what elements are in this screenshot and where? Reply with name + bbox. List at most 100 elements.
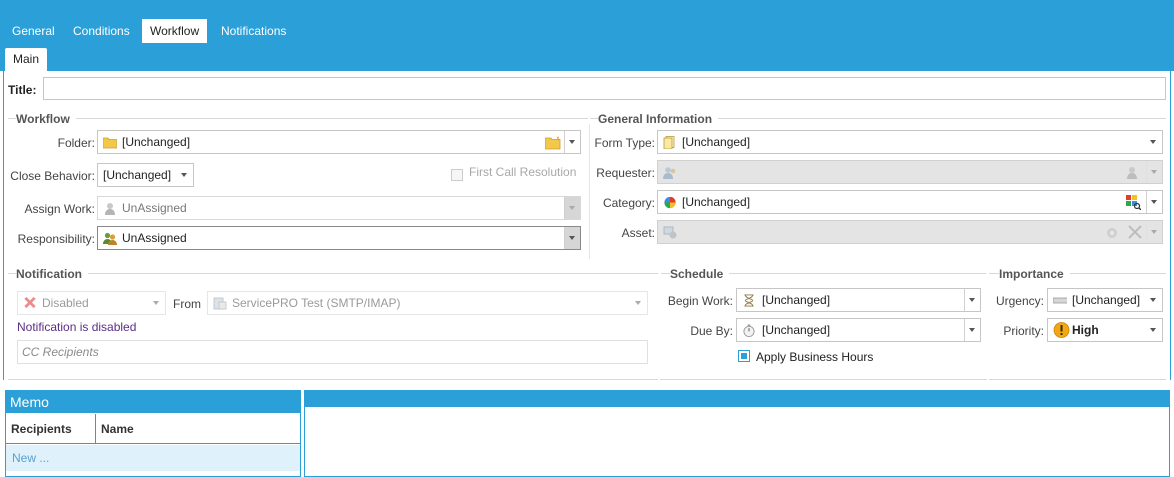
responsibility-value: UnAssigned <box>122 231 187 245</box>
asset-field[interactable] <box>657 220 1163 244</box>
begin-work-label: Begin Work: <box>667 294 733 308</box>
asset-dropdown-button[interactable] <box>1146 221 1162 243</box>
notification-section-title: Notification <box>16 267 88 281</box>
recipients-column-header[interactable]: Recipients <box>6 414 96 444</box>
general-info-section-title: General Information <box>598 112 719 126</box>
new-recipient-row[interactable]: New ... <box>6 445 300 471</box>
notification-status-dropdown-button[interactable] <box>149 292 165 314</box>
due-by-label: Due By: <box>690 324 733 338</box>
asset-icon <box>663 226 677 239</box>
from-select[interactable]: ServicePRO Test (SMTP/IMAP) <box>207 291 648 315</box>
notification-disabled-message: Notification is disabled <box>17 320 137 334</box>
category-label: Category: <box>602 196 655 210</box>
disabled-x-icon <box>24 296 36 309</box>
notification-bottom-rule <box>8 379 658 380</box>
close-behavior-select[interactable]: [Unchanged] <box>97 163 194 187</box>
hourglass-icon <box>744 294 754 307</box>
lookup-person-icon <box>1127 167 1137 179</box>
tab-workflow[interactable]: Workflow <box>142 19 208 43</box>
chevron-down-icon <box>969 328 975 332</box>
close-behavior-label: Close Behavior: <box>10 169 95 183</box>
due-by-field[interactable]: [Unchanged] <box>736 318 981 342</box>
users-icon <box>103 232 117 245</box>
name-column-header[interactable]: Name <box>96 414 300 444</box>
schedule-section-title: Schedule <box>670 267 730 281</box>
column-divider <box>589 124 590 259</box>
urgency-value: [Unchanged] <box>1072 293 1141 307</box>
user-icon <box>105 203 115 215</box>
apply-business-hours-checkbox[interactable] <box>738 350 750 362</box>
chevron-down-icon <box>969 298 975 302</box>
category-dropdown-button[interactable] <box>1146 191 1162 213</box>
due-by-value: [Unchanged] <box>762 323 831 337</box>
urgency-dropdown-button[interactable] <box>1146 289 1162 311</box>
tab-notifications[interactable]: Notifications <box>213 19 294 43</box>
requester-dropdown-button[interactable] <box>1146 161 1162 183</box>
notification-status-select[interactable]: Disabled <box>17 291 166 315</box>
category-value: [Unchanged] <box>682 195 751 209</box>
asset-lookup-icon <box>1107 228 1117 238</box>
from-value: ServicePRO Test (SMTP/IMAP) <box>232 296 401 310</box>
chevron-down-icon <box>1150 140 1156 144</box>
clear-icon <box>1128 225 1142 239</box>
responsibility-field[interactable]: UnAssigned <box>97 226 581 250</box>
category-field[interactable]: [Unchanged] <box>657 190 1163 214</box>
from-dropdown-button[interactable] <box>631 292 647 314</box>
apply-business-hours-label: Apply Business Hours <box>756 350 874 364</box>
assign-work-field[interactable]: UnAssigned <box>97 196 581 220</box>
form-type-dropdown-button[interactable] <box>1146 131 1162 153</box>
chevron-down-icon <box>181 173 187 177</box>
folder-icon <box>103 137 117 149</box>
subtab-main[interactable]: Main <box>5 48 48 71</box>
close-behavior-value: [Unchanged] <box>103 168 172 182</box>
tab-general[interactable]: General <box>4 19 63 43</box>
title-label: Title: <box>8 83 37 97</box>
warning-icon <box>1053 322 1070 338</box>
chevron-down-icon <box>153 301 159 305</box>
urgency-select[interactable]: [Unchanged] <box>1047 288 1163 312</box>
form-type-value: [Unchanged] <box>682 135 751 149</box>
title-input[interactable] <box>43 77 1166 100</box>
first-call-resolution-checkbox[interactable] <box>451 169 463 181</box>
memo-editor-header <box>305 391 1169 407</box>
priority-select[interactable]: High <box>1047 318 1163 342</box>
workflow-rule <box>8 118 588 119</box>
mail-server-icon <box>213 297 227 310</box>
folder-field[interactable]: [Unchanged] <box>97 130 581 154</box>
category-browse-icon[interactable] <box>1126 195 1141 210</box>
form-icon <box>663 136 675 149</box>
close-behavior-dropdown-button[interactable] <box>177 164 193 186</box>
form-type-field[interactable]: [Unchanged] <box>657 130 1163 154</box>
notification-rule <box>8 273 658 274</box>
memo-editor-panel[interactable] <box>304 390 1170 477</box>
begin-work-field[interactable]: [Unchanged] <box>736 288 981 312</box>
begin-work-dropdown-button[interactable] <box>964 289 980 311</box>
chevron-down-icon <box>1151 230 1157 234</box>
folder-label: Folder: <box>57 136 95 150</box>
cc-recipients-input[interactable]: CC Recipients <box>17 340 648 364</box>
requester-label: Requester: <box>596 166 655 180</box>
pie-chart-icon <box>664 196 676 209</box>
requester-field[interactable] <box>657 160 1163 184</box>
stopwatch-icon <box>743 324 755 337</box>
chevron-down-icon <box>1151 200 1157 204</box>
chevron-down-icon <box>635 301 641 305</box>
first-call-resolution-label: First Call Resolution <box>469 165 577 179</box>
from-label: From <box>173 297 201 311</box>
cc-recipients-placeholder: CC Recipients <box>22 345 99 359</box>
begin-work-value: [Unchanged] <box>762 293 831 307</box>
priority-dropdown-button[interactable] <box>1146 319 1162 341</box>
urgency-label: Urgency: <box>995 294 1044 308</box>
browse-folder-icon[interactable] <box>545 135 561 150</box>
assign-work-value: UnAssigned <box>122 201 187 215</box>
memo-header: Memo <box>6 391 300 413</box>
folder-value: [Unchanged] <box>122 135 191 149</box>
priority-value: High <box>1072 323 1099 337</box>
schedule-bottom-rule <box>660 379 987 380</box>
importance-section-title: Importance <box>999 267 1070 281</box>
due-by-dropdown-button[interactable] <box>964 319 980 341</box>
urgency-bar-icon <box>1053 297 1067 304</box>
memo-panel: Memo Recipients Name New ... <box>5 390 301 477</box>
tab-conditions[interactable]: Conditions <box>65 19 138 43</box>
asset-label: Asset: <box>621 226 655 240</box>
